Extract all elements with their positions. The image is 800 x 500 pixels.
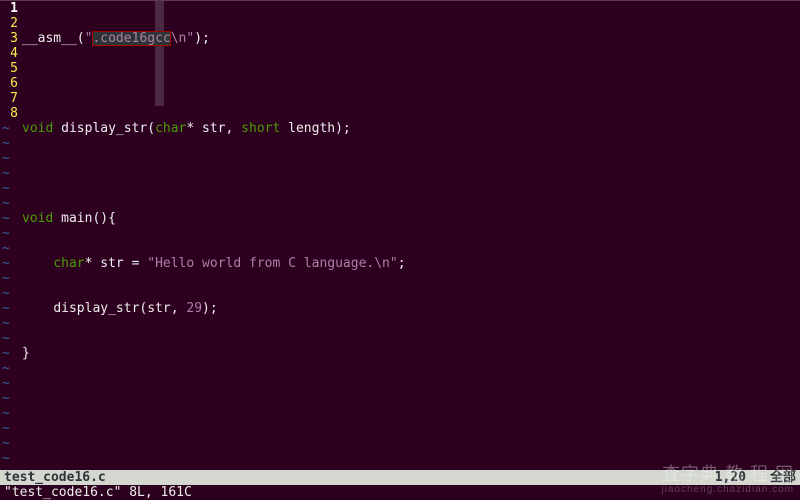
empty-line-tilde: ~	[0, 121, 10, 136]
empty-line-tilde: ~	[0, 286, 10, 301]
code-line-5[interactable]: void main(){	[22, 211, 800, 226]
line-number: 3	[0, 31, 18, 46]
code-line-6[interactable]: char* str = "Hello world from C language…	[22, 256, 800, 271]
code-area[interactable]: 1 2 3 4 5 6 7 8 __asm__(".code16gcc\n");…	[0, 1, 800, 470]
line-number: 2	[0, 16, 18, 31]
empty-line-tilde: ~	[0, 301, 10, 316]
empty-line-tilde: ~	[0, 406, 10, 421]
empty-line-tilde: ~	[0, 331, 10, 346]
empty-line-tildes: ~~~~~~~~~~~~~~~~~~~~~~~	[0, 121, 10, 466]
file-info-message: "test_code16.c" 8L, 161C	[4, 485, 192, 500]
line-number: 7	[0, 91, 18, 106]
empty-line-tilde: ~	[0, 451, 10, 466]
status-cursor-pos: 1,20	[715, 470, 746, 485]
empty-line-tilde: ~	[0, 136, 10, 151]
empty-line-tilde: ~	[0, 181, 10, 196]
code-line-4[interactable]	[22, 166, 800, 181]
code-line-8[interactable]: }	[22, 346, 800, 361]
empty-line-tilde: ~	[0, 166, 10, 181]
empty-line-tilde: ~	[0, 226, 10, 241]
code-lines[interactable]: __asm__(".code16gcc\n"); void display_st…	[22, 1, 800, 470]
vim-editor: 1 2 3 4 5 6 7 8 __asm__(".code16gcc\n");…	[0, 0, 800, 500]
line-number: 5	[0, 61, 18, 76]
empty-line-tilde: ~	[0, 196, 10, 211]
empty-line-tilde: ~	[0, 256, 10, 271]
command-line[interactable]: "test_code16.c" 8L, 161C	[0, 485, 800, 500]
empty-line-tilde: ~	[0, 346, 10, 361]
line-number: 6	[0, 76, 18, 91]
empty-line-tilde: ~	[0, 211, 10, 226]
empty-line-tilde: ~	[0, 391, 10, 406]
empty-line-tilde: ~	[0, 436, 10, 451]
empty-line-tilde: ~	[0, 361, 10, 376]
status-filename: test_code16.c	[4, 470, 106, 485]
empty-line-tilde: ~	[0, 316, 10, 331]
code-line-7[interactable]: display_str(str, 29);	[22, 301, 800, 316]
line-number: 8	[0, 106, 18, 121]
empty-line-tilde: ~	[0, 151, 10, 166]
empty-line-tilde: ~	[0, 241, 10, 256]
code-line-1[interactable]: __asm__(".code16gcc\n");	[22, 31, 800, 46]
status-line: test_code16.c 1,20 全部	[0, 470, 800, 485]
line-number: 4	[0, 46, 18, 61]
search-highlight: .code16gcc	[92, 31, 170, 46]
empty-line-tilde: ~	[0, 421, 10, 436]
line-number: 1	[0, 1, 18, 16]
code-line-3[interactable]: void display_str(char* str, short length…	[22, 121, 800, 136]
empty-line-tilde: ~	[0, 271, 10, 286]
code-line-2[interactable]	[22, 76, 800, 91]
empty-line-tilde: ~	[0, 376, 10, 391]
status-scroll-percent: 全部	[770, 470, 796, 485]
